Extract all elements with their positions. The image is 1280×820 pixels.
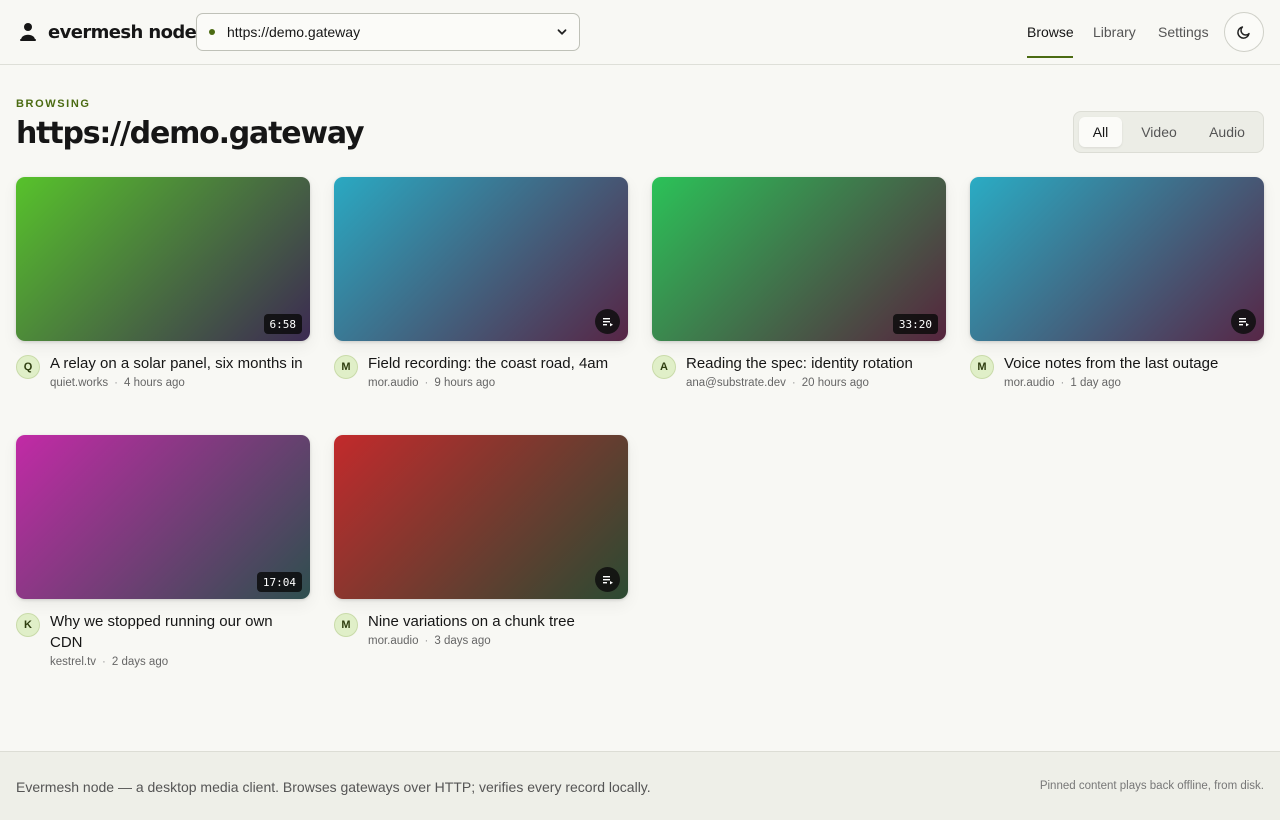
moon-icon [1237,26,1250,39]
media-card[interactable]: M Field recording: the coast road, 4am m… [334,177,628,389]
card-author[interactable]: quiet.works [50,377,108,389]
card-age: 2 days ago [111,656,169,668]
chevron-down-icon [557,29,567,35]
card-meta: K Why we stopped running our own CDN kes… [16,611,310,668]
audio-badge [595,567,620,592]
gateway-select[interactable]: https://demo.gateway [196,13,580,51]
nav-settings[interactable]: Settings [1158,24,1209,40]
audio-badge [1231,309,1256,334]
duration-badge: 17:04 [256,572,302,592]
card-meta: M Field recording: the coast road, 4am m… [334,353,628,389]
duration-badge: 6:58 [263,314,302,334]
media-card[interactable]: 17:04 K Why we stopped running our own C… [16,435,310,668]
filter-audio[interactable]: Audio [1196,117,1258,147]
byline-separator: · [114,377,119,389]
card-meta: M Voice notes from the last outage mor.a… [970,353,1264,389]
card-author[interactable]: kestrel.tv [50,656,96,668]
card-meta: M Nine variations on a chunk tree mor.au… [334,611,628,647]
media-thumbnail[interactable]: 6:58 [16,177,310,341]
card-age: 4 hours ago [124,377,185,389]
card-title[interactable]: Voice notes from the last outage [1004,353,1264,374]
media-card[interactable]: 33:20 A Reading the spec: identity rotat… [652,177,946,389]
card-byline: quiet.works · 4 hours ago [50,377,310,389]
playlist-icon [602,317,613,326]
media-card[interactable]: M Nine variations on a chunk tree mor.au… [334,435,628,647]
card-age: 1 day ago [1070,377,1121,389]
card-author[interactable]: mor.audio [368,635,419,647]
avatar[interactable]: M [334,355,358,379]
footer-description: Evermesh node — a desktop media client. … [16,779,651,795]
card-title[interactable]: A relay on a solar panel, six months in [50,353,310,374]
gateway-status-dot [209,29,215,35]
nav-active-indicator [1027,56,1073,58]
card-byline: kestrel.tv · 2 days ago [50,656,310,668]
app-name: evermesh node [48,21,197,43]
media-card[interactable]: 6:58 Q A relay on a solar panel, six mon… [16,177,310,389]
playlist-icon [1238,317,1249,326]
avatar[interactable]: M [970,355,994,379]
filter-all[interactable]: All [1079,117,1122,147]
avatar[interactable]: Q [16,355,40,379]
card-title[interactable]: Reading the spec: identity rotation [686,353,946,374]
node-logo-icon [20,23,36,41]
media-filter: All Video Audio [1073,111,1264,153]
media-thumbnail[interactable] [970,177,1264,341]
brand[interactable]: evermesh node [18,20,197,44]
byline-separator: · [102,656,106,668]
byline-separator: · [424,377,429,389]
byline-separator: · [424,635,429,647]
card-author[interactable]: mor.audio [1004,377,1055,389]
page-title: https://demo.gateway [16,116,365,151]
card-author[interactable]: mor.audio [368,377,419,389]
media-thumbnail[interactable] [334,177,628,341]
card-title[interactable]: Why we stopped running our own CDN [50,611,310,653]
duration-badge: 33:20 [892,314,938,334]
media-thumbnail[interactable]: 33:20 [652,177,946,341]
card-meta: A Reading the spec: identity rotation an… [652,353,946,389]
footer: Evermesh node — a desktop media client. … [0,751,1280,820]
avatar[interactable]: A [652,355,676,379]
card-title[interactable]: Nine variations on a chunk tree [368,611,628,632]
filter-video[interactable]: Video [1129,117,1189,147]
media-thumbnail[interactable]: 17:04 [16,435,310,599]
byline-separator: · [791,377,796,389]
avatar[interactable]: K [16,613,40,637]
card-meta: Q A relay on a solar panel, six months i… [16,353,310,389]
card-age: 20 hours ago [801,377,869,389]
card-byline: mor.audio · 9 hours ago [368,377,628,389]
card-age: 9 hours ago [434,377,496,389]
media-thumbnail[interactable] [334,435,628,599]
card-author[interactable]: ana@substrate.dev [686,377,786,389]
card-byline: mor.audio · 1 day ago [1004,377,1264,389]
card-age: 3 days ago [434,635,491,647]
media-card[interactable]: M Voice notes from the last outage mor.a… [970,177,1264,389]
nav-browse[interactable]: Browse [1027,24,1074,40]
gateway-select-value: https://demo.gateway [227,24,361,40]
avatar[interactable]: M [334,613,358,637]
audio-badge [595,309,620,334]
theme-toggle-button[interactable] [1224,12,1264,52]
top-bar: evermesh node https://demo.gateway Brows… [0,0,1280,65]
playlist-icon [602,575,613,584]
byline-separator: · [1060,377,1065,389]
nav-library[interactable]: Library [1093,24,1136,40]
card-byline: mor.audio · 3 days ago [368,635,628,647]
browsing-eyebrow: BROWSING [16,98,91,110]
card-byline: ana@substrate.dev · 20 hours ago [686,377,946,389]
card-title[interactable]: Field recording: the coast road, 4am [368,353,628,374]
footer-note: Pinned content plays back offline, from … [1039,780,1264,792]
